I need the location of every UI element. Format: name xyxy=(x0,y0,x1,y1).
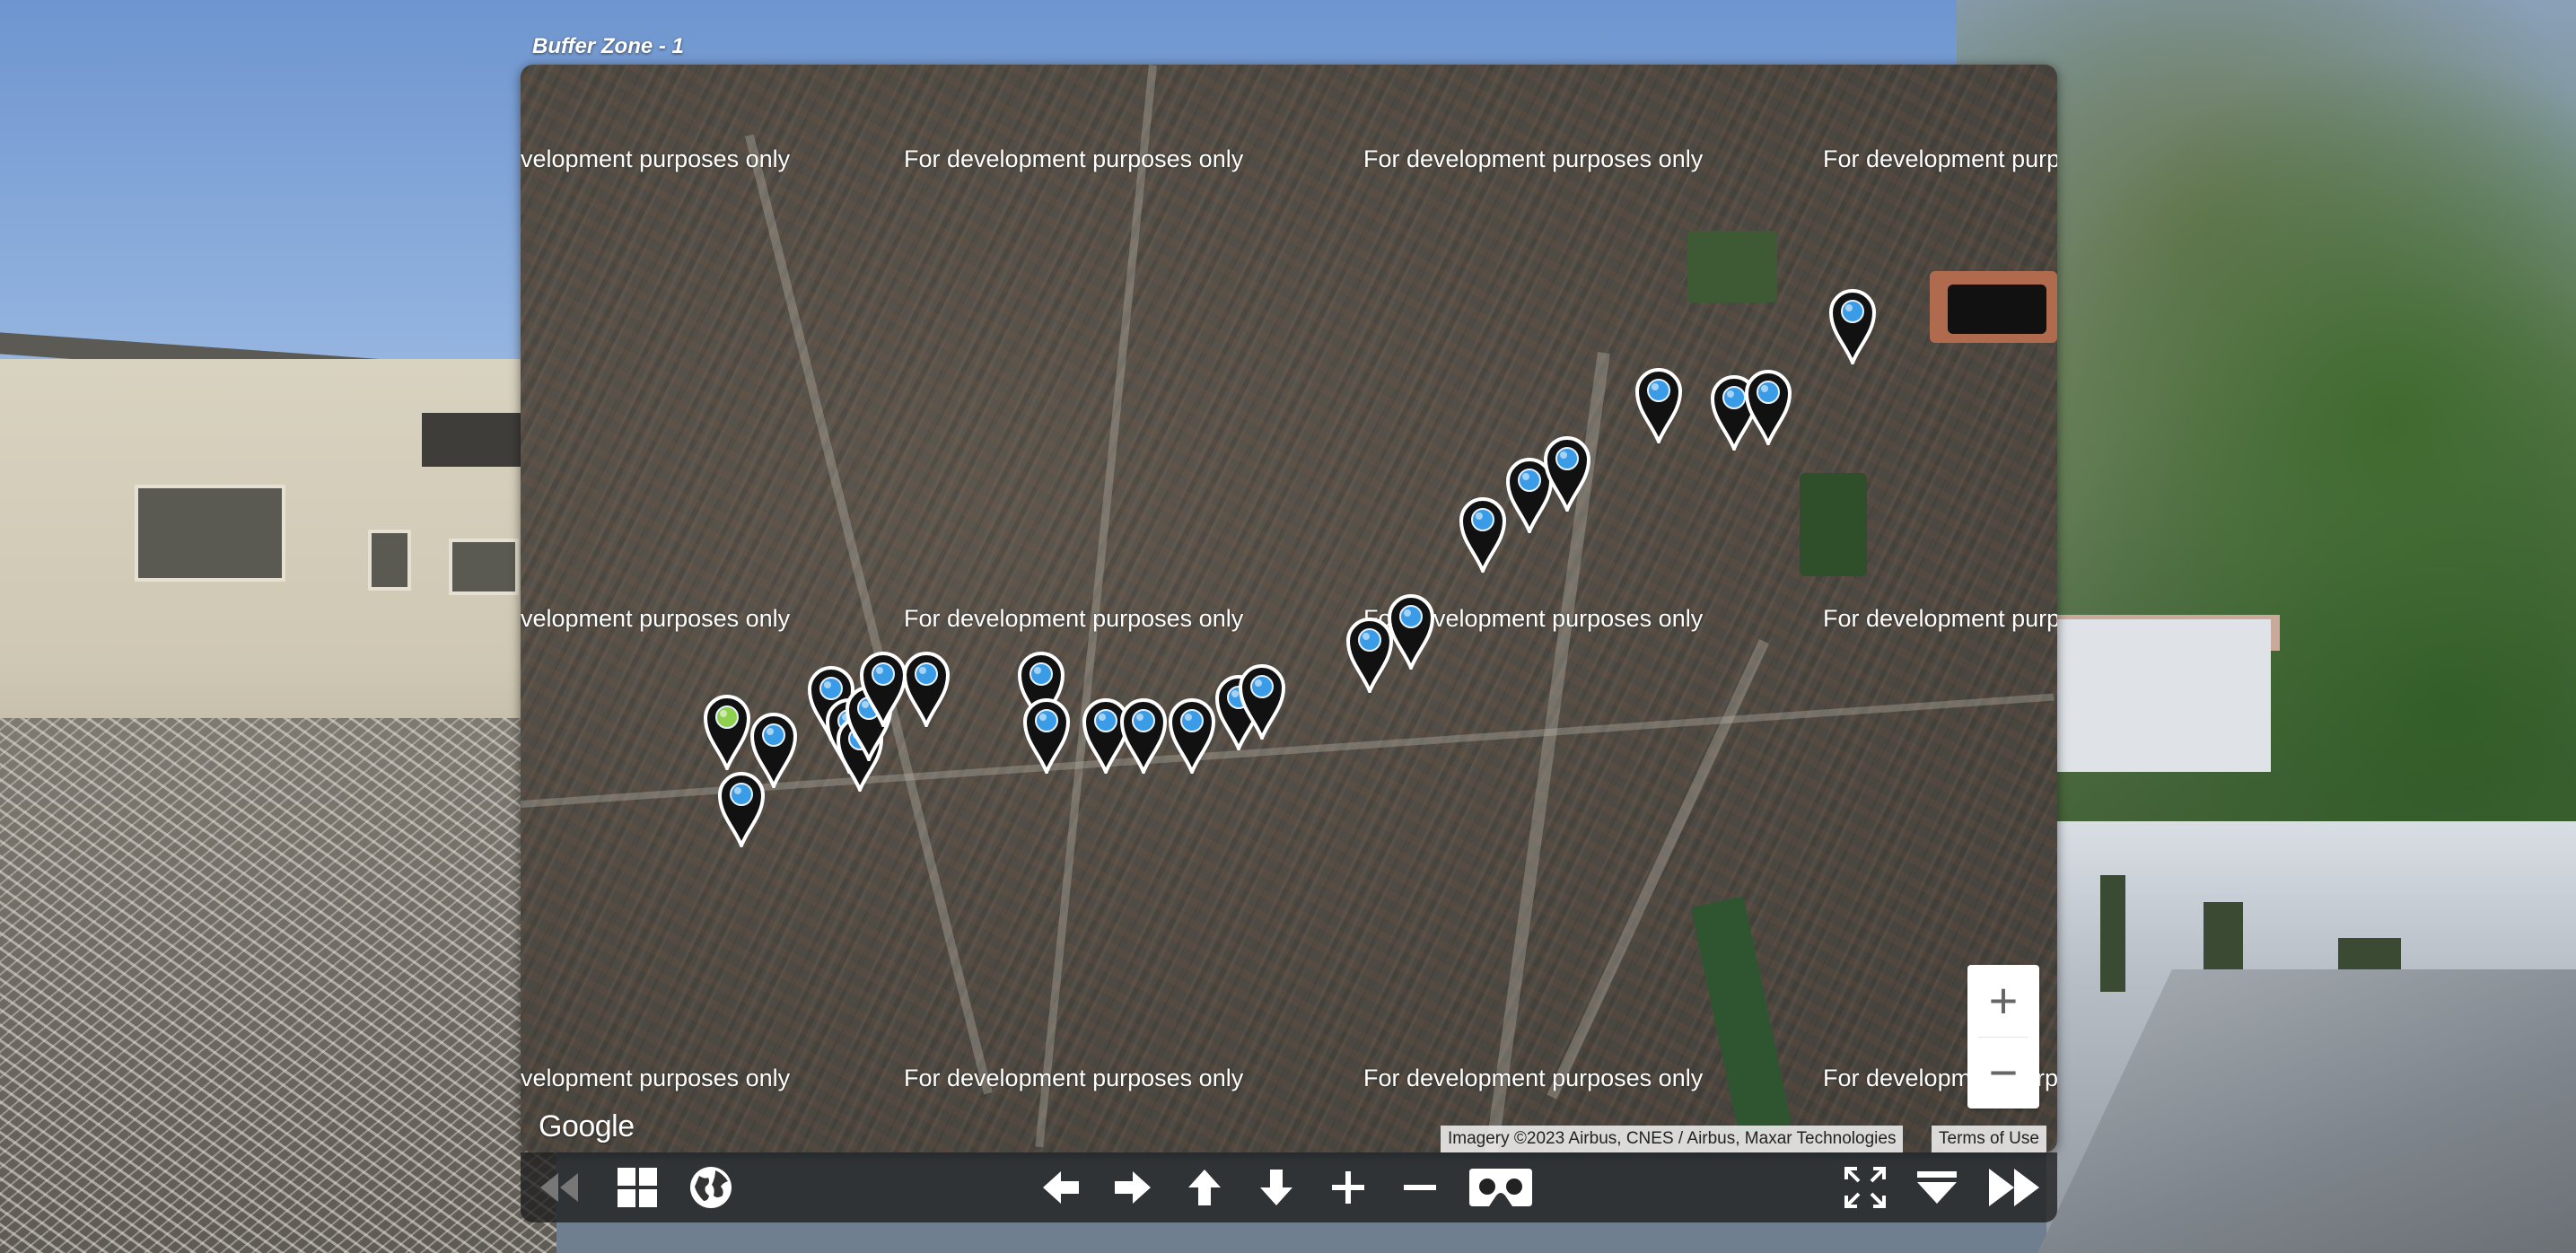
chimney xyxy=(422,413,521,467)
map-marker[interactable] xyxy=(1458,494,1508,573)
globe-icon[interactable] xyxy=(684,1161,738,1214)
first-icon[interactable] xyxy=(531,1161,585,1214)
google-logo: Google xyxy=(539,1109,635,1143)
map-marker[interactable] xyxy=(1542,433,1592,512)
arrow-up-icon[interactable] xyxy=(1178,1161,1231,1214)
imagery-attribution: Imagery ©2023 Airbus, CNES / Airbus, Max… xyxy=(1441,1126,1904,1152)
map-marker[interactable] xyxy=(1827,285,1878,364)
vr-headset-icon[interactable] xyxy=(1465,1161,1537,1214)
map-marker-active[interactable] xyxy=(702,691,752,770)
building-window xyxy=(135,485,285,582)
map-marker[interactable] xyxy=(1237,661,1287,740)
marker-layer xyxy=(521,65,2057,1152)
last-icon[interactable] xyxy=(1982,1161,2046,1214)
building-window xyxy=(368,530,411,591)
map-title: Buffer Zone - 1 xyxy=(532,34,684,58)
map-marker[interactable] xyxy=(1634,364,1684,443)
zoom-control: + − xyxy=(1967,965,2039,1108)
terms-of-use-link[interactable]: Terms of Use xyxy=(1932,1126,2046,1152)
viewer-toolbar xyxy=(521,1152,2057,1222)
plus-icon[interactable] xyxy=(1321,1161,1375,1214)
satellite-map[interactable]: velopment purposes only For development … xyxy=(521,65,2057,1152)
building-window xyxy=(449,539,519,595)
map-marker[interactable] xyxy=(1743,366,1793,445)
arrow-down-icon[interactable] xyxy=(1249,1161,1303,1214)
map-marker[interactable] xyxy=(1118,695,1169,774)
map-marker[interactable] xyxy=(1386,591,1436,670)
map-marker[interactable] xyxy=(1021,695,1072,774)
wall-opening xyxy=(2100,875,2125,992)
zoom-out-button[interactable]: − xyxy=(1967,1037,2039,1108)
map-marker[interactable] xyxy=(749,709,799,788)
hide-controls-icon[interactable] xyxy=(1910,1161,1964,1214)
arrow-right-icon[interactable] xyxy=(1106,1161,1160,1214)
minus-icon[interactable] xyxy=(1393,1161,1447,1214)
fullscreen-icon[interactable] xyxy=(1838,1161,1892,1214)
bare-branches xyxy=(0,718,556,1253)
zoom-in-button[interactable]: + xyxy=(1967,965,2039,1037)
map-marker[interactable] xyxy=(901,648,951,727)
grid-icon[interactable] xyxy=(610,1161,664,1214)
house-right xyxy=(2055,619,2271,772)
arrow-left-icon[interactable] xyxy=(1034,1161,1088,1214)
map-marker[interactable] xyxy=(1167,695,1217,774)
